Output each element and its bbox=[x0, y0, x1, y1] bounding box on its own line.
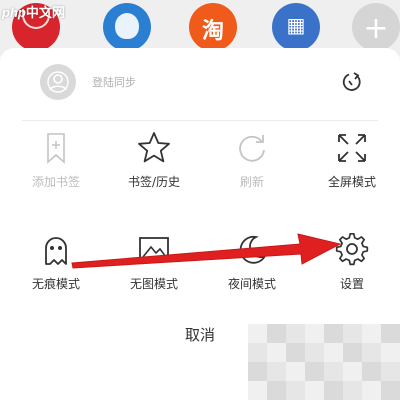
menu-no-image-label: 无图模式 bbox=[129, 277, 178, 291]
add-app-glyph: + bbox=[363, 11, 389, 46]
avatar[interactable] bbox=[40, 64, 76, 100]
add-app-icon[interactable]: + bbox=[352, 3, 400, 51]
menu-incognito[interactable]: 无痕模式 bbox=[6, 232, 106, 312]
login-row[interactable]: 登陆同步 bbox=[0, 60, 400, 104]
divider bbox=[22, 120, 378, 121]
moon-icon bbox=[239, 235, 268, 264]
watermark-cn: 中文网 bbox=[25, 5, 65, 20]
menu-add-bookmark-label: 添加书签 bbox=[31, 175, 80, 189]
menu-fullscreen[interactable]: 全屏模式 bbox=[302, 130, 400, 210]
sync-button[interactable] bbox=[337, 68, 365, 96]
star-icon bbox=[138, 132, 170, 163]
sync-icon bbox=[342, 72, 361, 91]
user-icon bbox=[47, 71, 69, 93]
app-dolphin-icon[interactable] bbox=[103, 3, 151, 51]
watermark-php: php bbox=[2, 5, 26, 20]
ghost-icon bbox=[45, 237, 67, 265]
app-taobao-glyph: 淘 bbox=[201, 19, 224, 44]
menu-bookmarks-history-label: 书签/历史 bbox=[127, 175, 181, 189]
app-building-icon[interactable]: ▦ bbox=[272, 3, 320, 51]
bookmark-add-icon bbox=[47, 133, 65, 164]
watermark: php中文网 bbox=[2, 2, 65, 21]
menu-refresh[interactable]: 刷新 bbox=[202, 130, 302, 210]
menu-night-mode[interactable]: 夜间模式 bbox=[202, 232, 302, 312]
menu-bookmarks-history[interactable]: 书签/历史 bbox=[104, 130, 204, 210]
blur-mosaic bbox=[248, 324, 400, 400]
refresh-icon bbox=[239, 135, 265, 162]
menu-fullscreen-label: 全屏模式 bbox=[327, 175, 376, 189]
login-sync-label[interactable]: 登陆同步 bbox=[92, 74, 136, 90]
menu-night-mode-label: 夜间模式 bbox=[227, 277, 276, 291]
cancel-button[interactable]: 取消 bbox=[150, 324, 250, 354]
gear-icon bbox=[335, 232, 369, 266]
menu-settings[interactable]: 设置 bbox=[302, 232, 400, 312]
app-taobao-icon[interactable]: 淘 bbox=[189, 3, 237, 51]
menu-no-image[interactable]: 无图模式 bbox=[104, 232, 204, 312]
fullscreen-icon bbox=[338, 134, 366, 162]
menu-refresh-label: 刷新 bbox=[239, 175, 264, 189]
menu-incognito-label: 无痕模式 bbox=[31, 277, 80, 291]
menu-settings-label: 设置 bbox=[339, 277, 364, 291]
menu-add-bookmark[interactable]: 添加书签 bbox=[6, 130, 106, 210]
no-image-icon bbox=[139, 237, 169, 261]
